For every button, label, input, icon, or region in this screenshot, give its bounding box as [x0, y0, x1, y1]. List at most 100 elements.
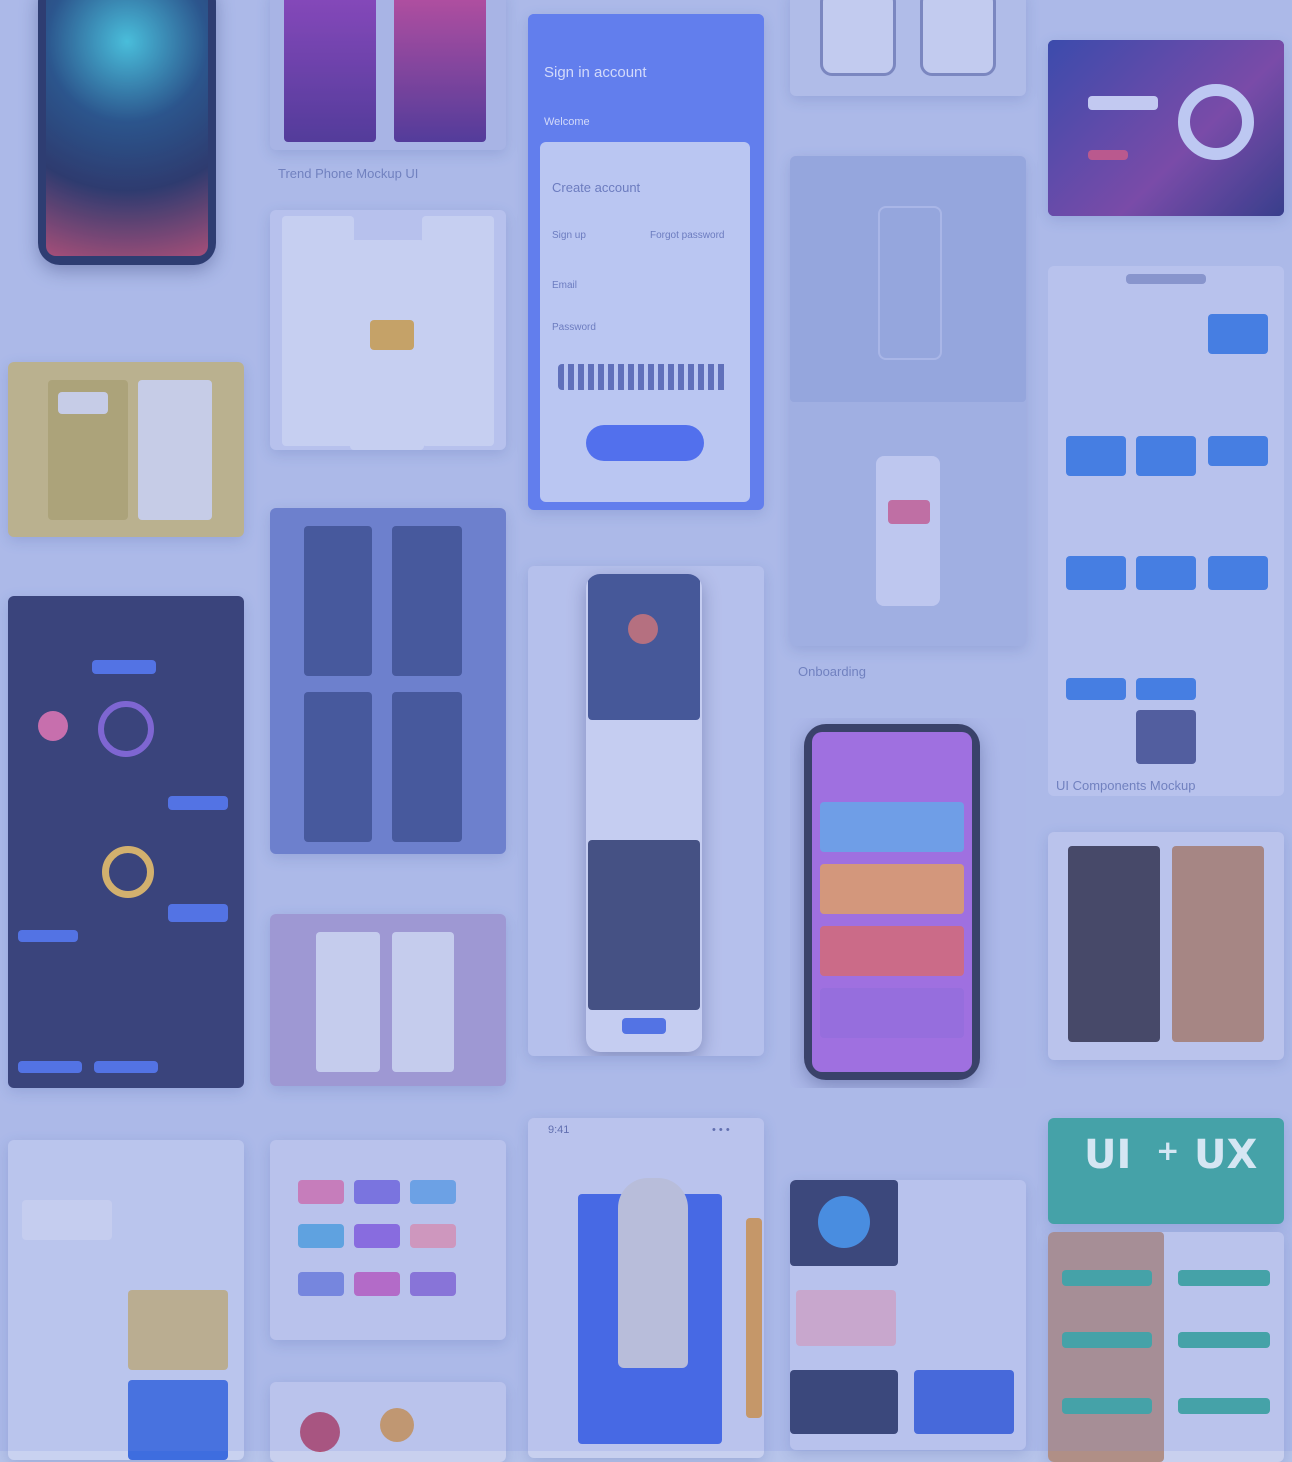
magazine-cover	[1172, 846, 1264, 1042]
status-signal: • • •	[712, 1124, 730, 1136]
white-panel-row	[58, 392, 108, 414]
shot-gradient-swatches[interactable]	[270, 1140, 506, 1340]
list-row-orange[interactable]	[820, 864, 964, 914]
hero-headline	[1088, 96, 1158, 110]
shot-onboarding[interactable]	[790, 156, 1026, 646]
magazine-cover	[1068, 846, 1160, 1042]
swatch	[354, 1272, 400, 1296]
shot-space-phone[interactable]	[8, 0, 244, 300]
onboarding-phone	[876, 456, 940, 606]
blue-tile	[1066, 678, 1126, 700]
shot-mixed-ui[interactable]	[790, 1180, 1026, 1450]
signup-tab[interactable]: Sign up	[552, 230, 586, 241]
login-title: Sign in account	[544, 64, 647, 81]
login-field-title: Create account	[552, 180, 641, 195]
ring-logo-icon	[1178, 84, 1254, 160]
shot-fashion-store[interactable]: 9:41 • • •	[528, 1118, 764, 1458]
blue-pill	[18, 1061, 82, 1073]
phone-outline	[878, 206, 942, 360]
caption-ui-components: UI Components Mockup	[1056, 778, 1196, 793]
shot-component-grid[interactable]	[1048, 266, 1284, 796]
blue-pill	[168, 796, 228, 810]
list-row-blue[interactable]	[820, 802, 964, 852]
shot-phone-outlines[interactable]	[790, 0, 1026, 96]
pink-card	[888, 500, 930, 524]
login-subtitle: Welcome	[544, 116, 590, 128]
dark-tile	[1136, 710, 1196, 764]
password-field[interactable]: Password	[552, 322, 596, 333]
shot-purple-phones[interactable]	[270, 0, 506, 150]
ui-label: UI	[1084, 1132, 1132, 1178]
hero-image	[128, 1380, 228, 1460]
chart-screen	[422, 216, 494, 446]
grid-header	[1126, 274, 1206, 284]
shot-illustrations[interactable]	[270, 1382, 506, 1462]
shot-login-form[interactable]: Sign in account Welcome Create account S…	[528, 14, 764, 510]
forgot-password-link[interactable]: Forgot password	[650, 230, 724, 241]
ring-chart-icon	[98, 701, 154, 757]
dark-tile	[790, 1370, 898, 1434]
caption-trend-phone: Trend Phone Mockup UI	[278, 166, 419, 181]
illustration-icon	[300, 1412, 340, 1452]
profile-header	[588, 574, 700, 720]
photo-grid	[588, 840, 700, 1010]
phone-outline	[920, 0, 996, 76]
blue-tile	[1208, 436, 1268, 466]
phone-outline	[820, 0, 896, 76]
shot-teal-list[interactable]	[1048, 1232, 1284, 1462]
orange-chart	[370, 320, 414, 350]
blue-tile	[1208, 556, 1268, 590]
phone-mockup	[804, 724, 980, 1080]
teal-pill	[1062, 1270, 1152, 1286]
swatch	[410, 1224, 456, 1248]
blue-pill	[92, 660, 156, 674]
hero-image	[128, 1290, 228, 1370]
avatar	[628, 614, 658, 644]
teal-pill	[1062, 1332, 1152, 1348]
orange-strip	[746, 1218, 762, 1418]
blue-tile	[1208, 314, 1268, 354]
app-screen	[304, 692, 372, 842]
shot-colorful-list-phone[interactable]	[790, 718, 1026, 1088]
login-form-panel: Create account Sign up Forgot password E…	[540, 142, 750, 502]
shot-stat-app[interactable]	[270, 210, 506, 450]
swatch	[410, 1272, 456, 1296]
plus-label: +	[1156, 1134, 1180, 1167]
swatch	[410, 1180, 456, 1204]
shot-dark-dashboard[interactable]	[8, 596, 244, 1088]
shot-dark-hero[interactable]	[1048, 40, 1284, 216]
sign-in-button[interactable]	[586, 425, 704, 461]
caption-onboarding: Onboarding	[798, 664, 866, 679]
list-row-red[interactable]	[820, 926, 964, 976]
shot-blue-app[interactable]	[270, 508, 506, 854]
phone-mockup	[586, 574, 702, 1052]
teal-pill	[1178, 1332, 1270, 1348]
swatch	[354, 1224, 400, 1248]
swatch	[298, 1224, 344, 1248]
blue-tile	[914, 1370, 1014, 1434]
pink-badge	[38, 711, 68, 741]
shot-yellow-ui[interactable]	[8, 362, 244, 537]
email-field[interactable]: Email	[552, 280, 577, 291]
shot-ui-ux-banner[interactable]: UI + UX	[1048, 1118, 1284, 1224]
fashion-screen	[316, 932, 380, 1072]
card-header	[22, 1200, 112, 1240]
app-screen	[304, 526, 372, 676]
shot-magazine[interactable]	[1048, 832, 1284, 1060]
illustration-icon	[380, 1408, 414, 1442]
shot-landing-pages[interactable]	[8, 1140, 244, 1460]
white-panel	[138, 380, 212, 520]
list-row-purple[interactable]	[820, 988, 964, 1038]
barcode	[558, 364, 728, 390]
teal-pill	[1178, 1270, 1270, 1286]
shot-profile-app[interactable]	[528, 566, 764, 1056]
purple-screen	[394, 0, 486, 142]
model-figure	[618, 1178, 688, 1368]
follow-button[interactable]	[622, 1018, 666, 1034]
blue-tile	[1136, 556, 1196, 590]
teal-pill	[1178, 1398, 1270, 1414]
chart-screen	[282, 216, 354, 446]
blue-pill	[168, 904, 228, 922]
shot-fashion[interactable]	[270, 914, 506, 1086]
blue-tile	[1136, 678, 1196, 700]
